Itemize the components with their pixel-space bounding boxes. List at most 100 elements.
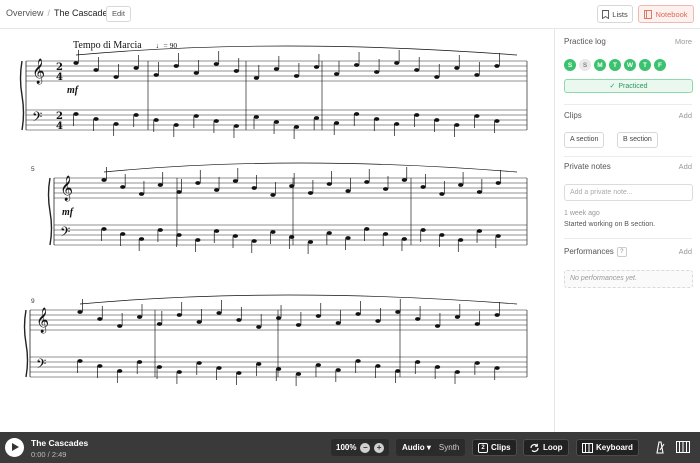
note-head [133,113,139,117]
note-head [345,236,351,240]
note-head [232,234,239,238]
dynamic-mf-1: mf [67,85,80,96]
help-icon[interactable]: ? [616,247,627,257]
note-head [113,122,119,126]
performances-title: Performances? [564,247,627,257]
loop-button[interactable]: Loop [523,439,569,456]
day-tuesday[interactable]: T [609,59,621,71]
lists-button[interactable]: Lists [597,5,633,23]
performances-add-link[interactable]: Add [679,247,692,256]
clip-a-section[interactable]: A section [564,132,605,148]
note-head [313,116,320,120]
day-friday[interactable]: F [654,59,666,71]
notebook-label: Notebook [655,9,688,19]
note-head [415,317,421,321]
note-head [117,324,123,328]
note-head [333,72,340,76]
note-head [474,73,480,77]
note-head [138,192,145,196]
practice-log-title: Practice log [564,37,606,46]
note-head [253,115,260,119]
note-head [313,65,320,69]
metronome-icon[interactable] [654,441,666,454]
note-head [395,369,401,373]
note-head [454,123,460,127]
day-sunday-1[interactable]: S [564,59,576,71]
note-head [495,181,501,185]
note-head [474,361,480,365]
keyboard-button[interactable]: Keyboard [576,439,639,456]
practiced-button[interactable]: ✓ Practiced [564,79,693,93]
sheet-music[interactable]: Tempo di Marcia ♩= 90 mf mf 5 9 𝄞 𝄢 2 2 4 4 𝄞 𝄢… [0,29,554,432]
edit-button[interactable]: Edit [106,6,131,22]
note-head [193,114,199,118]
piano-icon[interactable] [676,441,690,453]
practice-log-more-link[interactable]: More [675,37,692,46]
note-head [494,313,500,317]
note-head [439,233,445,237]
note-head [494,119,500,123]
private-note-input[interactable]: Add a private note... [564,184,693,201]
note-head [434,118,440,122]
note-head [216,366,222,370]
day-thursday[interactable]: T [639,59,651,71]
breadcrumb-separator: / [47,8,51,18]
synth-option[interactable]: Synth [439,443,459,452]
bass-clef: 𝄢 [60,224,70,243]
note-head [295,372,302,376]
clip-b-section[interactable]: B section [617,132,658,148]
bass-clef: 𝄢 [32,109,42,128]
zoom-in-button[interactable]: + [374,442,384,453]
note-head [270,193,276,197]
clips-add-link[interactable]: Add [679,111,692,120]
note-head [326,182,332,186]
note-head [273,120,280,124]
breadcrumb-overview-link[interactable]: Overview [6,8,44,18]
score-canvas: Tempo di Marcia ♩= 90 mf mf 5 9 𝄞𝄢2244𝄞𝄢… [19,40,528,386]
note-head [420,228,426,232]
practiced-label: Practiced [618,82,648,90]
note-head [295,323,302,327]
note-head [307,191,314,195]
note-head [156,365,163,369]
notes-add-link[interactable]: Add [679,162,692,171]
note-head [193,71,199,75]
note-head [414,68,420,72]
note-head [232,179,239,183]
note-head [307,240,314,244]
note-head [273,67,280,71]
note-head [236,371,242,375]
measure-number-5: 5 [31,166,35,173]
note-head [434,324,441,328]
notebook-icon [644,9,653,19]
note-head [176,313,182,317]
note-head [394,61,400,65]
note-head [494,366,500,370]
note-head [216,311,222,315]
note-head [236,318,242,322]
note-head [293,74,300,78]
audio-option[interactable]: Audio ▾ [399,442,434,453]
time-signature-digit: 4 [56,72,63,83]
notebook-button[interactable]: Notebook [638,5,694,23]
clips-title: Clips [564,111,582,120]
note-head [454,66,460,70]
note-head [176,190,182,194]
play-button[interactable] [5,438,24,457]
clips-button[interactable]: 2 Clips [472,439,517,456]
day-wednesday[interactable]: W [624,59,636,71]
notebook-sidebar: Practice log More S S M T W T F ✓ Practi… [554,29,700,432]
note-head [153,73,159,77]
day-monday[interactable]: M [594,59,606,71]
day-sunday-2[interactable]: S [579,59,591,71]
note-head [133,66,139,70]
note-head [276,316,282,320]
note-head [335,321,341,325]
zoom-out-button[interactable]: − [360,442,371,453]
note-head [233,124,239,128]
note-head [173,64,179,68]
note-head [375,364,381,368]
note-head [382,232,389,236]
note-head [77,359,83,363]
checkmark-icon: ✓ [609,83,616,90]
